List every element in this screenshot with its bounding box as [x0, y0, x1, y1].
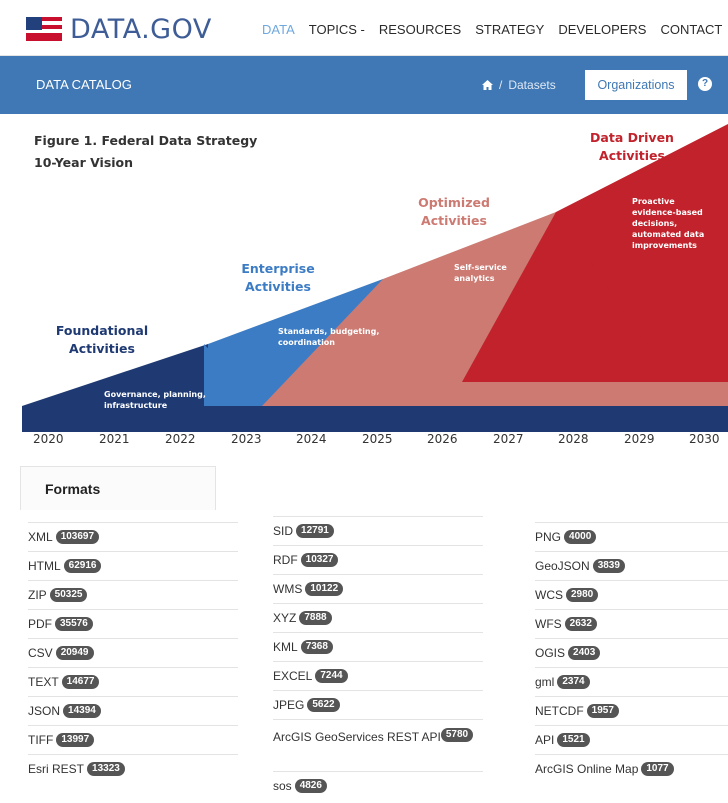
format-item[interactable]: API 1521: [535, 725, 728, 754]
count-badge: 5622: [307, 698, 340, 712]
format-item[interactable]: sos 4826: [273, 771, 483, 800]
year-label: 2028: [558, 432, 589, 446]
count-badge: 4826: [294, 779, 327, 793]
format-item[interactable]: JSON 14394: [28, 696, 238, 725]
year-label: 2021: [99, 432, 130, 446]
us-flag-icon: [26, 17, 62, 41]
nav-topics[interactable]: TOPICS -: [309, 22, 365, 37]
format-item[interactable]: NETCDF 1957: [535, 696, 728, 725]
count-badge: 4000: [564, 530, 597, 544]
count-badge: 7244: [315, 669, 348, 683]
enterprise-desc: Standards, budgeting, coordination: [278, 327, 380, 347]
data-strategy-figure: Figure 1. Federal Data Strategy 10-Year …: [0, 114, 728, 456]
format-item[interactable]: SID 12791: [273, 516, 483, 545]
site-logo[interactable]: DATA.GOV: [26, 13, 212, 45]
count-badge: 7368: [300, 640, 333, 654]
year-label: 2023: [231, 432, 262, 446]
count-badge: 35576: [55, 617, 93, 631]
count-badge: 1521: [557, 733, 590, 747]
nav-resources[interactable]: RESOURCES: [379, 22, 461, 37]
foundational-label: Foundational Activities: [55, 323, 149, 356]
year-label: 2024: [296, 432, 327, 446]
format-item[interactable]: ZIP 50325: [28, 580, 238, 609]
count-badge: 20949: [55, 646, 94, 660]
format-item[interactable]: ArcGIS GeoServices REST API 5780: [273, 719, 483, 771]
top-navigation: DATA.GOV DATA TOPICS - RESOURCES STRATEG…: [0, 0, 728, 56]
count-badge: 50325: [49, 588, 88, 602]
logo-text: DATA.GOV: [70, 13, 212, 45]
year-label: 2022: [165, 432, 196, 446]
breadcrumb: / Datasets: [482, 78, 556, 92]
optimized-desc: Self-service analytics: [454, 263, 507, 283]
organizations-button[interactable]: Organizations: [585, 70, 687, 100]
format-item[interactable]: gml 2374: [535, 667, 728, 696]
count-badge: 10327: [300, 553, 339, 567]
nav-data[interactable]: DATA: [262, 22, 295, 37]
format-item[interactable]: RDF 10327: [273, 545, 483, 574]
year-label: 2030: [689, 432, 720, 446]
year-label: 2029: [624, 432, 655, 446]
count-badge: 62916: [63, 559, 102, 573]
format-item[interactable]: TIFF 13997: [28, 725, 238, 754]
nav-strategy[interactable]: STRATEGY: [475, 22, 544, 37]
count-badge: 10122: [305, 582, 344, 596]
optimized-label: Optimized Activities: [418, 195, 490, 228]
count-badge: 103697: [55, 530, 100, 544]
catalog-bar: DATA CATALOG / Datasets Organizations ?: [0, 56, 728, 114]
count-badge: 2632: [564, 617, 597, 631]
formats-column-3: PNG 4000 GeoJSON 3839 WCS 2980 WFS 2632 OGIS…: [535, 522, 728, 783]
year-label: 2020: [33, 432, 64, 446]
format-item[interactable]: GeoJSON 3839: [535, 551, 728, 580]
format-item[interactable]: WMS 10122: [273, 574, 483, 603]
format-item[interactable]: XML 103697: [28, 522, 238, 551]
count-badge: 1077: [641, 762, 674, 776]
count-badge: 2403: [568, 646, 601, 660]
year-label: 2026: [427, 432, 458, 446]
format-item[interactable]: ArcGIS Online Map 1077: [535, 754, 728, 783]
format-item[interactable]: EXCEL 7244: [273, 661, 483, 690]
count-badge: 5780: [440, 728, 474, 742]
count-badge: 12791: [296, 524, 334, 538]
count-badge: 2374: [557, 675, 590, 689]
help-icon[interactable]: ?: [698, 77, 712, 91]
nav-developers[interactable]: DEVELOPERS: [558, 22, 646, 37]
data-driven-label: Data Driven Activities: [590, 130, 674, 163]
format-item[interactable]: KML 7368: [273, 632, 483, 661]
count-badge: 7888: [299, 611, 332, 625]
count-badge: 14394: [63, 704, 101, 718]
catalog-title[interactable]: DATA CATALOG: [36, 77, 132, 92]
format-item[interactable]: WFS 2632: [535, 609, 728, 638]
year-label: 2027: [493, 432, 524, 446]
format-item[interactable]: CSV 20949: [28, 638, 238, 667]
home-icon[interactable]: [482, 80, 493, 90]
count-badge: 13323: [87, 762, 125, 776]
count-badge: 3839: [592, 559, 625, 573]
format-item[interactable]: WCS 2980: [535, 580, 728, 609]
format-item[interactable]: JPEG 5622: [273, 690, 483, 719]
nav-contact[interactable]: CONTACT: [660, 22, 722, 37]
main-menu: DATA TOPICS - RESOURCES STRATEGY DEVELOP…: [262, 22, 722, 37]
foundational-desc: Governance, planning, infrastructure: [104, 390, 206, 410]
count-badge: 14677: [61, 675, 100, 689]
formats-title: Formats: [45, 481, 101, 497]
count-badge: 2980: [566, 588, 599, 602]
breadcrumb-separator: /: [499, 78, 503, 92]
count-badge: 13997: [56, 733, 95, 747]
format-item[interactable]: XYZ 7888: [273, 603, 483, 632]
year-label: 2025: [362, 432, 393, 446]
breadcrumb-datasets[interactable]: Datasets: [508, 78, 555, 92]
format-item[interactable]: TEXT 14677: [28, 667, 238, 696]
enterprise-label: Enterprise Activities: [241, 261, 315, 294]
format-item[interactable]: PNG 4000: [535, 522, 728, 551]
formats-column-2: SID 12791 RDF 10327 WMS 10122 XYZ 7888 KML 73…: [273, 516, 483, 800]
formats-tab[interactable]: Formats: [20, 466, 216, 510]
count-badge: 1957: [586, 704, 619, 718]
data-driven-desc: Proactive evidence-based decisions, automat…: [632, 197, 705, 250]
format-item[interactable]: PDF 35576: [28, 609, 238, 638]
format-item[interactable]: Esri REST 13323: [28, 754, 238, 783]
year-axis: 2020 2021 2022 2023 2024 2025 2026 2027 …: [0, 432, 728, 452]
format-item[interactable]: OGIS 2403: [535, 638, 728, 667]
format-item[interactable]: HTML 62916: [28, 551, 238, 580]
formats-column-1: XML 103697 HTML 62916 ZIP 50325 PDF 35576 CS…: [28, 522, 238, 783]
